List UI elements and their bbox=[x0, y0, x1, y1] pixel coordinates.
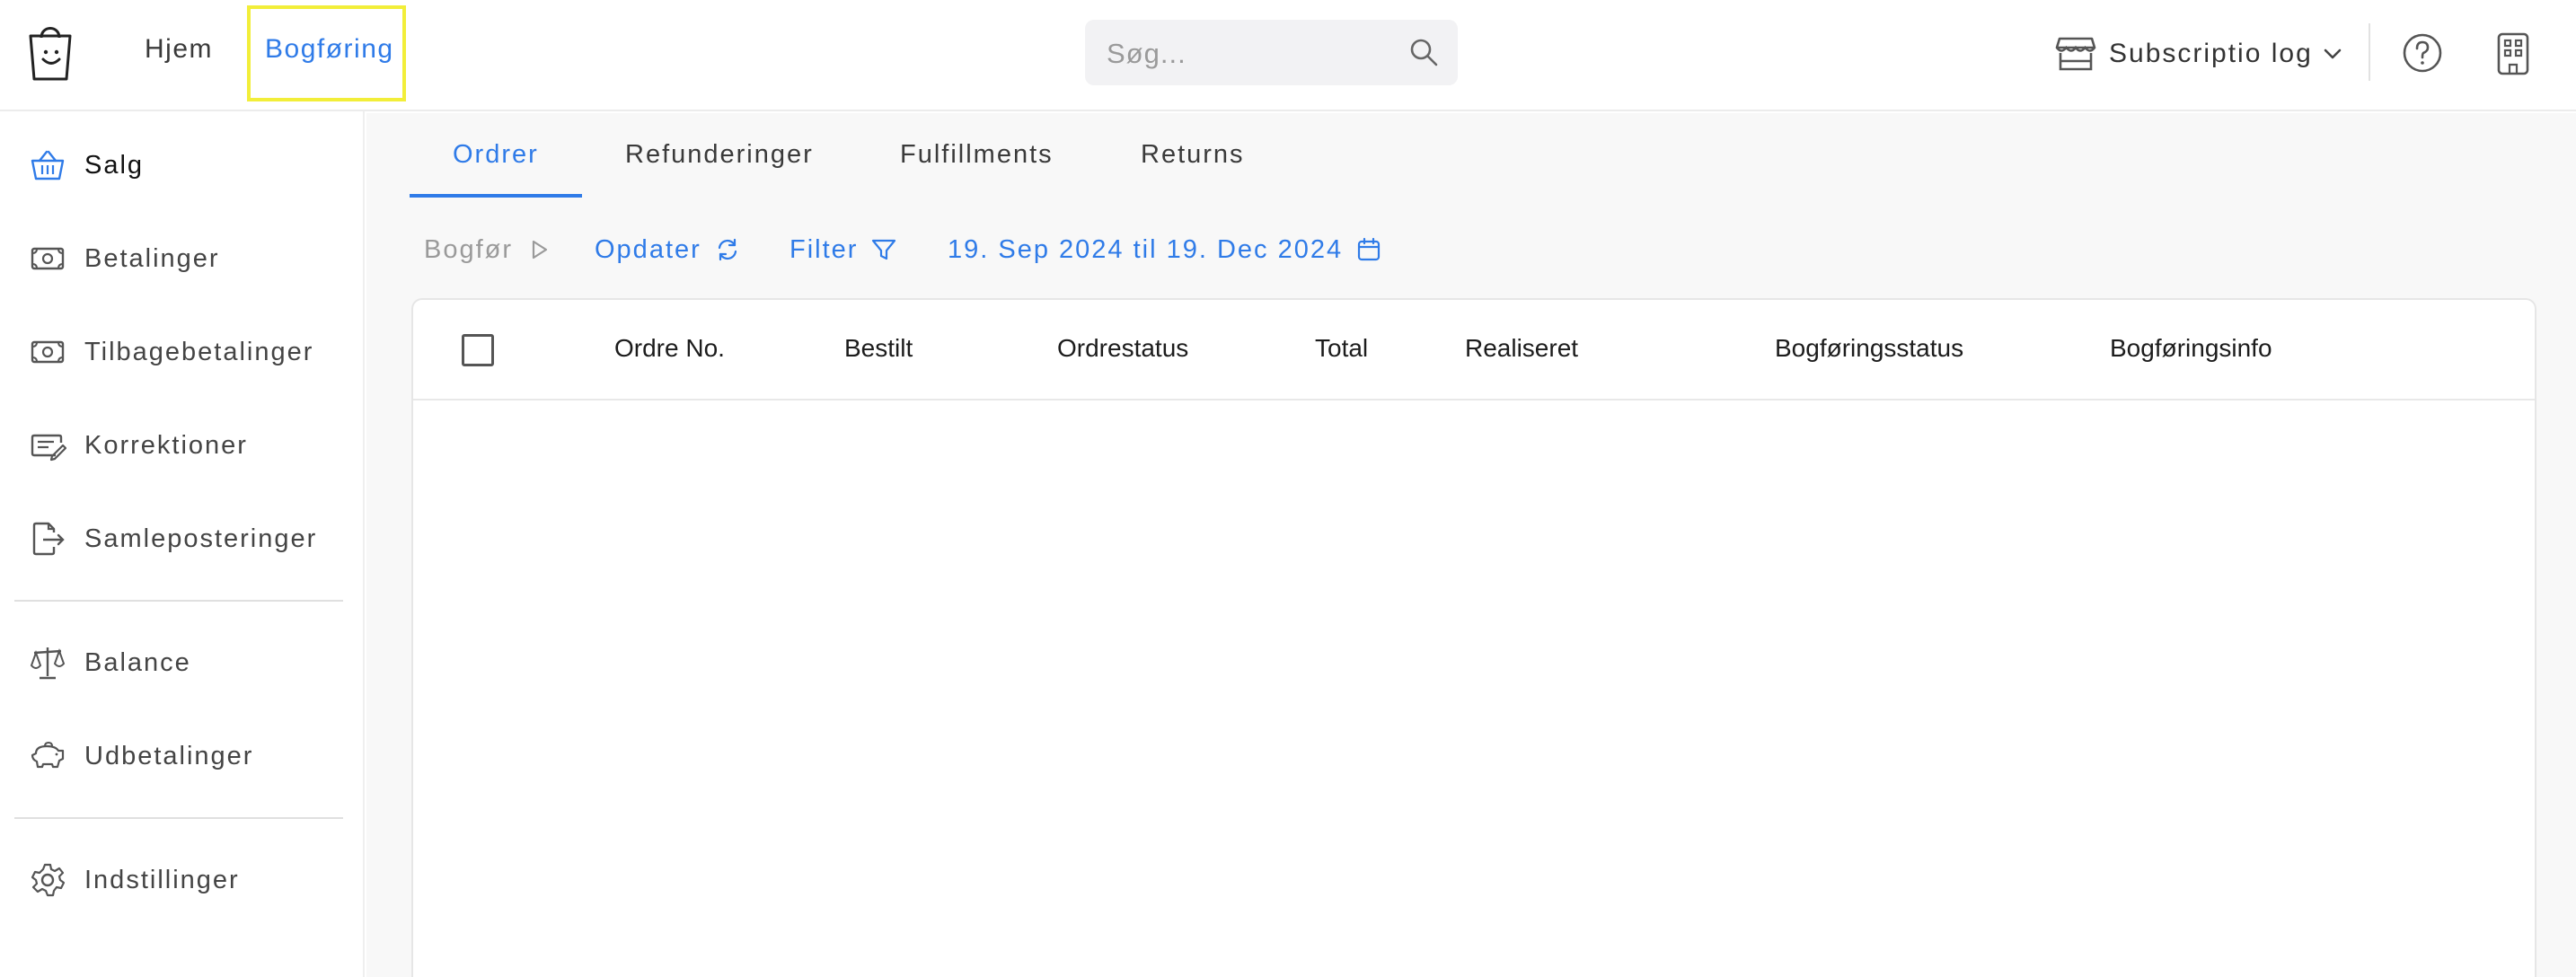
file-export-icon bbox=[32, 522, 65, 556]
help-icon[interactable] bbox=[2402, 32, 2443, 74]
banknote-icon bbox=[31, 340, 65, 364]
select-all-checkbox[interactable] bbox=[462, 334, 494, 366]
book-button[interactable]: Bogfør bbox=[424, 232, 552, 268]
tab-refunds[interactable]: Refunderinger bbox=[625, 140, 814, 170]
filter-button[interactable]: Filter bbox=[790, 232, 897, 268]
play-icon bbox=[532, 240, 548, 260]
search-input[interactable]: Søg... bbox=[1085, 20, 1458, 85]
refresh-icon bbox=[718, 238, 737, 261]
date-range-picker[interactable]: 19. Sep 2024 til 19. Dec 2024 bbox=[948, 232, 1382, 268]
sidebar: Salg Betalinger Tilbagebetalinger Korrek… bbox=[0, 111, 365, 977]
filter-icon bbox=[872, 239, 896, 260]
sidebar-item-settings[interactable]: Indstillinger bbox=[29, 853, 352, 907]
top-bar: Hjem Bogføring Søg... Subscriptio log bbox=[0, 0, 2576, 111]
sidebar-item-label: Korrektioner bbox=[84, 430, 248, 460]
table-header: Ordre No. Bestilt Ordrestatus Total Real… bbox=[413, 300, 2535, 400]
banknote-icon bbox=[31, 247, 65, 270]
column-header-order-no[interactable]: Ordre No. bbox=[614, 334, 725, 363]
scale-icon bbox=[30, 647, 66, 680]
nav-bookkeeping[interactable]: Bogføring bbox=[265, 34, 394, 65]
shopping-bag-logo[interactable] bbox=[25, 20, 75, 84]
filter-label: Filter bbox=[790, 234, 859, 264]
tab-active-indicator bbox=[410, 194, 582, 198]
sidebar-item-label: Betalinger bbox=[84, 243, 220, 273]
sidebar-item-payments[interactable]: Betalinger bbox=[29, 232, 352, 286]
nav-home[interactable]: Hjem bbox=[145, 34, 213, 65]
sidebar-item-label: Udbetalinger bbox=[84, 741, 254, 770]
store-icon bbox=[2055, 37, 2096, 71]
store-selector[interactable]: Subscriptio log bbox=[2055, 32, 2343, 75]
search-icon[interactable] bbox=[1407, 36, 1440, 68]
update-label: Opdater bbox=[595, 234, 701, 264]
basket-icon bbox=[31, 150, 65, 180]
update-button[interactable]: Opdater bbox=[595, 232, 741, 268]
store-label: Subscriptio log bbox=[2109, 39, 2313, 68]
column-header-posting-info[interactable]: Bogføringsinfo bbox=[2110, 334, 2272, 363]
sidebar-divider bbox=[14, 817, 343, 819]
sidebar-item-label: Tilbagebetalinger bbox=[84, 337, 314, 366]
sidebar-divider bbox=[14, 600, 343, 602]
sidebar-item-sales[interactable]: Salg bbox=[29, 138, 352, 192]
orders-table: Ordre No. Bestilt Ordrestatus Total Real… bbox=[411, 298, 2536, 977]
tab-fulfillments[interactable]: Fulfillments bbox=[900, 140, 1054, 170]
sidebar-item-summary-postings[interactable]: Samleposteringer bbox=[29, 512, 352, 566]
tab-orders[interactable]: Ordrer bbox=[453, 140, 539, 170]
date-range-label: 19. Sep 2024 til 19. Dec 2024 bbox=[948, 234, 1344, 264]
column-header-ordered[interactable]: Bestilt bbox=[844, 334, 913, 363]
gear-icon bbox=[31, 863, 66, 897]
piggy-bank-icon bbox=[31, 741, 65, 769]
main-content: Ordrer Refunderinger Fulfillments Return… bbox=[366, 113, 2576, 977]
sidebar-item-label: Balance bbox=[84, 647, 191, 677]
calendar-icon bbox=[1358, 237, 1381, 261]
sidebar-item-balance[interactable]: Balance bbox=[29, 636, 352, 690]
column-header-total[interactable]: Total bbox=[1315, 334, 1368, 363]
topbar-divider bbox=[2369, 23, 2370, 81]
tab-returns[interactable]: Returns bbox=[1141, 140, 1245, 170]
chevron-down-icon bbox=[2324, 48, 2342, 59]
book-label: Bogfør bbox=[424, 234, 514, 264]
sidebar-item-payouts[interactable]: Udbetalinger bbox=[29, 729, 352, 783]
building-icon[interactable] bbox=[2495, 32, 2531, 75]
sidebar-item-label: Salg bbox=[84, 150, 145, 180]
sidebar-item-label: Indstillinger bbox=[84, 865, 240, 894]
sidebar-item-corrections[interactable]: Korrektioner bbox=[29, 418, 352, 472]
column-header-posting-status[interactable]: Bogføringsstatus bbox=[1775, 334, 1963, 363]
sidebar-item-refunds[interactable]: Tilbagebetalinger bbox=[29, 325, 352, 379]
search-placeholder: Søg... bbox=[1107, 38, 1187, 69]
column-header-realized[interactable]: Realiseret bbox=[1465, 334, 1578, 363]
sidebar-item-label: Samleposteringer bbox=[84, 524, 318, 553]
column-header-order-status[interactable]: Ordrestatus bbox=[1057, 334, 1188, 363]
edit-card-icon bbox=[31, 434, 66, 462]
app-root: Hjem Bogføring Søg... Subscriptio log Sa… bbox=[0, 0, 2576, 977]
